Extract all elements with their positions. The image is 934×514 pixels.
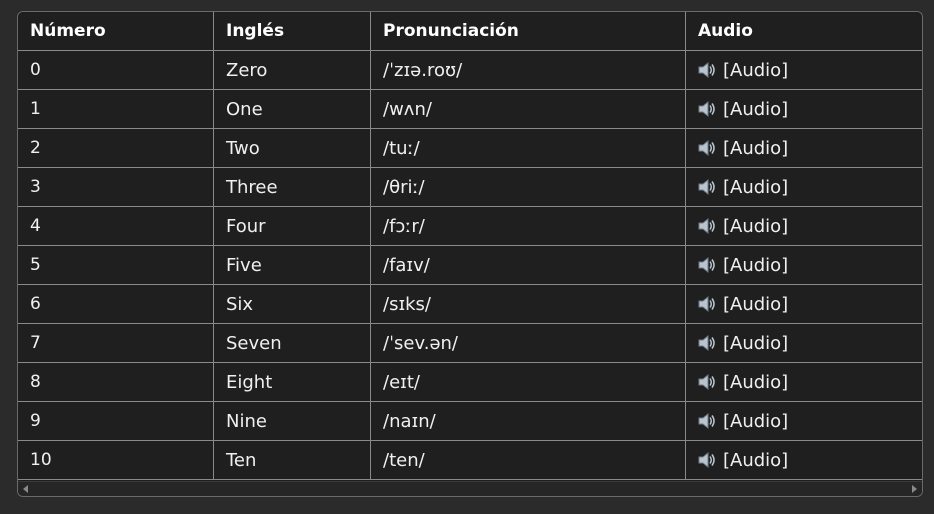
audio-label: [Audio] — [723, 176, 789, 198]
speaker-icon — [697, 451, 717, 469]
table-row: 2 Two/tuː/ [Audio] — [18, 128, 922, 168]
audio-label: [Audio] — [723, 98, 789, 120]
audio-label: [Audio] — [723, 215, 789, 237]
speaker-icon — [697, 373, 717, 391]
cell-audio: [Audio] — [685, 128, 922, 168]
cell-audio: [Audio] — [685, 440, 922, 480]
cell-numero: 10 — [18, 440, 214, 480]
audio-label: [Audio] — [723, 332, 789, 354]
table-row: 0 Zero/ˈzɪə.roʊ/ [Audio] — [18, 50, 922, 90]
audio-button[interactable]: [Audio] — [697, 450, 788, 471]
cell-pronunciacion: /sɪks/ — [370, 284, 686, 324]
cell-pronunciacion: /faɪv/ — [370, 245, 686, 285]
cell-ingles: Two — [213, 128, 371, 168]
speaker-icon — [697, 100, 717, 118]
cell-ingles: Eight — [213, 362, 371, 402]
cell-pronunciacion: /tuː/ — [370, 128, 686, 168]
cell-ingles: Three — [213, 167, 371, 207]
cell-numero: 4 — [18, 206, 214, 246]
cell-audio: [Audio] — [685, 89, 922, 129]
table-row: 9 Nine/naɪn/ [Audio] — [18, 401, 922, 441]
table-row: 7 Seven/ˈsev.ən/ [Audio] — [18, 323, 922, 363]
cell-numero: 8 — [18, 362, 214, 402]
cell-pronunciacion: /wʌn/ — [370, 89, 686, 129]
cell-pronunciacion: /θriː/ — [370, 167, 686, 207]
table-row: 3 Three/θriː/ [Audio] — [18, 167, 922, 207]
audio-label: [Audio] — [723, 449, 789, 471]
header-numero: Número — [18, 12, 214, 51]
table-row: 10 Ten/ten/ [Audio] — [18, 440, 922, 480]
speaker-icon — [697, 217, 717, 235]
cell-pronunciacion: /ˈzɪə.roʊ/ — [370, 50, 686, 90]
cell-audio: [Audio] — [685, 401, 922, 441]
table-row: 1 One/wʌn/ [Audio] — [18, 89, 922, 129]
header-ingles: Inglés — [213, 12, 371, 51]
table-container: Número Inglés Pronunciación Audio 0 Zero /… — [17, 11, 923, 497]
speaker-icon — [697, 139, 717, 157]
cell-ingles: One — [213, 89, 371, 129]
cell-ingles: Seven — [213, 323, 371, 363]
cell-numero: 0 — [18, 50, 214, 90]
audio-label: [Audio] — [723, 293, 789, 315]
cell-numero: 6 — [18, 284, 214, 324]
cell-numero: 9 — [18, 401, 214, 441]
table-row: 8 Eight/eɪt/ [Audio] — [18, 362, 922, 402]
cell-ingles: Six — [213, 284, 371, 324]
cell-ingles: Nine — [213, 401, 371, 441]
cell-ingles: Five — [213, 245, 371, 285]
speaker-icon — [697, 61, 717, 79]
table-row: 4 Four/fɔːr/ [Audio] — [18, 206, 922, 246]
audio-button[interactable]: [Audio] — [697, 333, 788, 354]
cell-pronunciacion: /ten/ — [370, 440, 686, 480]
audio-label: [Audio] — [723, 410, 789, 432]
speaker-icon — [697, 334, 717, 352]
table-header-row: Número Inglés Pronunciación Audio — [18, 12, 922, 51]
audio-button[interactable]: [Audio] — [697, 60, 788, 81]
scroll-left-arrow-icon[interactable] — [23, 485, 28, 493]
cell-numero: 5 — [18, 245, 214, 285]
audio-button[interactable]: [Audio] — [697, 411, 788, 432]
speaker-icon — [697, 412, 717, 430]
table-row: 6 Six/sɪks/ [Audio] — [18, 284, 922, 324]
cell-pronunciacion: /naɪn/ — [370, 401, 686, 441]
audio-button[interactable]: [Audio] — [697, 294, 788, 315]
cell-numero: 3 — [18, 167, 214, 207]
cell-audio: [Audio] — [685, 50, 922, 90]
audio-button[interactable]: [Audio] — [697, 99, 788, 120]
cell-audio: [Audio] — [685, 206, 922, 246]
numbers-table: Número Inglés Pronunciación Audio 0 Zero /… — [18, 12, 922, 480]
header-audio: Audio — [685, 12, 922, 51]
audio-label: [Audio] — [723, 371, 789, 393]
cell-numero: 2 — [18, 128, 214, 168]
audio-button[interactable]: [Audio] — [697, 138, 788, 159]
audio-label: [Audio] — [723, 59, 789, 81]
speaker-icon — [697, 256, 717, 274]
cell-audio: [Audio] — [685, 323, 922, 363]
speaker-icon — [697, 178, 717, 196]
audio-label: [Audio] — [723, 254, 789, 276]
speaker-icon — [697, 295, 717, 313]
header-pronunciacion: Pronunciación — [370, 12, 686, 51]
audio-button[interactable]: [Audio] — [697, 216, 788, 237]
cell-audio: [Audio] — [685, 362, 922, 402]
cell-audio: [Audio] — [685, 167, 922, 207]
cell-pronunciacion: /fɔːr/ — [370, 206, 686, 246]
cell-pronunciacion: /ˈsev.ən/ — [370, 323, 686, 363]
audio-button[interactable]: [Audio] — [697, 177, 788, 198]
cell-pronunciacion: /eɪt/ — [370, 362, 686, 402]
cell-numero: 7 — [18, 323, 214, 363]
audio-label: [Audio] — [723, 137, 789, 159]
cell-ingles: Four — [213, 206, 371, 246]
horizontal-scrollbar[interactable] — [18, 481, 922, 496]
cell-ingles: Ten — [213, 440, 371, 480]
table-row: 5 Five/faɪv/ [Audio] — [18, 245, 922, 285]
cell-audio: [Audio] — [685, 284, 922, 324]
cell-numero: 1 — [18, 89, 214, 129]
scroll-right-arrow-icon[interactable] — [912, 485, 917, 493]
cell-audio: [Audio] — [685, 245, 922, 285]
audio-button[interactable]: [Audio] — [697, 372, 788, 393]
cell-ingles: Zero — [213, 50, 371, 90]
audio-button[interactable]: [Audio] — [697, 255, 788, 276]
